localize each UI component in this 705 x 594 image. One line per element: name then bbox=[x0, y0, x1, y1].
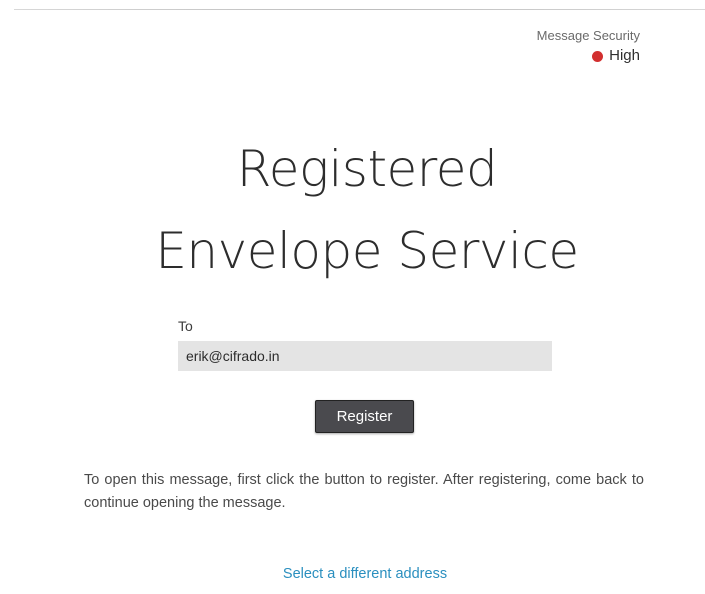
select-different-address-link[interactable]: Select a different address bbox=[0, 566, 705, 582]
page-title: Registered Envelope Service bbox=[0, 128, 705, 292]
recipient-address-field: erik@cifrado.in bbox=[178, 341, 552, 371]
message-security-panel: Message Security High bbox=[537, 28, 640, 65]
message-security-label: Message Security bbox=[536, 28, 640, 43]
message-security-level: High bbox=[537, 47, 640, 65]
security-level-text: High bbox=[609, 47, 640, 64]
status-dot-icon bbox=[592, 50, 604, 62]
page-title-line-1: Registered bbox=[236, 140, 498, 198]
recipient-label: To bbox=[178, 318, 193, 334]
page-title-line-2: Envelope Service bbox=[155, 222, 579, 280]
top-divider bbox=[14, 9, 705, 10]
register-button[interactable]: Register bbox=[315, 400, 414, 433]
instructions-text: To open this message, first click the bu… bbox=[84, 472, 644, 511]
